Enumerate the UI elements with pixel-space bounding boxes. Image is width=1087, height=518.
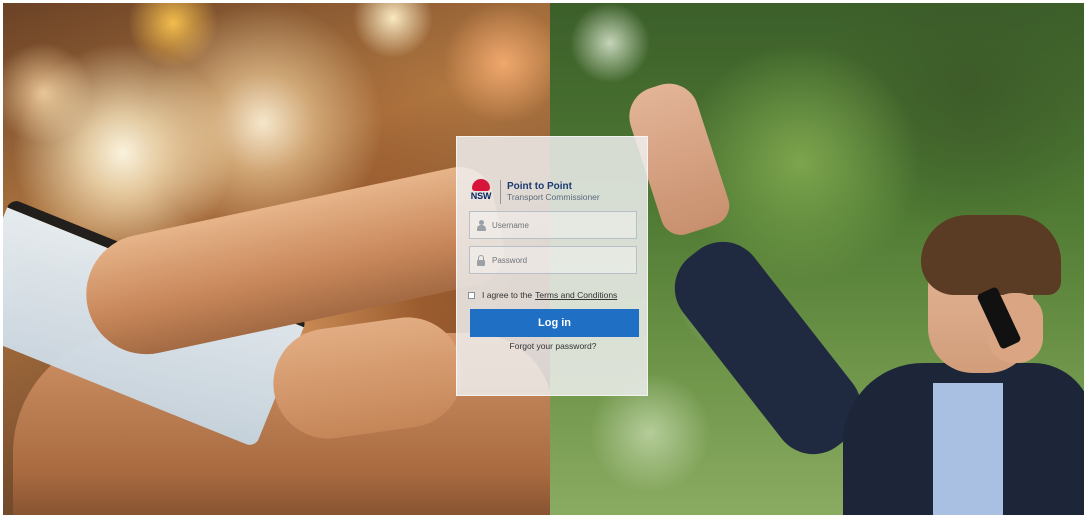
man-shirt-illustration (933, 383, 1003, 515)
waratah-icon (472, 179, 490, 191)
brand-text: Point to Point Transport Commissioner (507, 181, 600, 203)
username-field[interactable] (469, 211, 637, 239)
terms-agreement: I agree to the Terms and Conditions (468, 289, 643, 301)
password-field[interactable] (469, 246, 637, 274)
man-hair-illustration (921, 215, 1061, 295)
terms-checkbox[interactable] (468, 291, 475, 299)
login-button[interactable]: Log in (470, 309, 639, 337)
login-page: NSW Point to Point Transport Commissione… (3, 3, 1084, 515)
agree-label: I agree to the (482, 290, 533, 300)
nsw-logo: NSW (468, 179, 494, 205)
username-input[interactable] (492, 220, 632, 230)
login-card: NSW Point to Point Transport Commissione… (456, 136, 648, 396)
brand-subtitle: Transport Commissioner (507, 192, 600, 202)
user-icon (470, 212, 492, 238)
brand-divider (500, 180, 501, 204)
brand-header: NSW Point to Point Transport Commissione… (468, 179, 643, 205)
terms-link[interactable]: Terms and Conditions (535, 290, 617, 300)
brand-title: Point to Point (507, 181, 572, 192)
forgot-password-link[interactable]: Forgot your password? (457, 341, 649, 351)
password-input[interactable] (492, 255, 632, 265)
lock-icon (470, 247, 492, 273)
nsw-logo-text: NSW (470, 191, 492, 201)
